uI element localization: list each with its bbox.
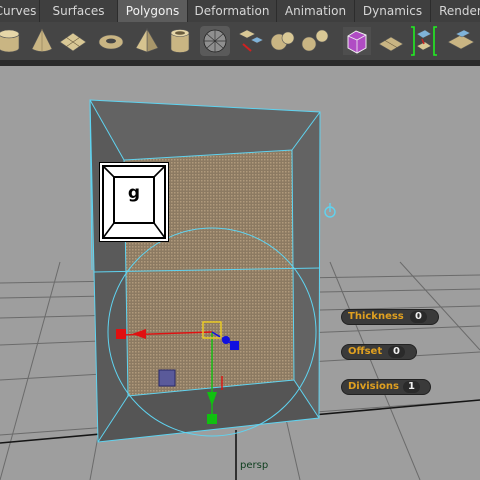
tab-curves[interactable]: Curves [0,0,40,22]
poly-cylinder-icon[interactable] [0,24,26,58]
hotkey-letter: g [127,183,141,203]
thickness-hud-field[interactable]: Thickness 0 [342,310,438,324]
divisions-value[interactable]: 1 [403,381,420,393]
offset-label: Offset [348,346,383,357]
thickness-label: Thickness [348,311,404,322]
smooth-icon[interactable] [340,24,374,58]
combine-icon[interactable] [266,24,300,58]
divisions-hud-field[interactable]: Divisions 1 [342,380,430,394]
hotkey-g-overlay: g [99,162,169,242]
tab-deformation[interactable]: Deformation [188,0,277,22]
x-axis-scale-handle[interactable] [116,329,126,339]
poly-torus-icon[interactable] [94,24,128,58]
extrude-icon[interactable] [444,24,478,58]
poly-soccer-ball-icon[interactable] [198,24,232,58]
offset-value[interactable]: 0 [388,346,405,358]
tab-animation[interactable]: Animation [277,0,355,22]
z-axis-arrow[interactable] [222,336,230,344]
tab-render[interactable]: Render [431,0,480,22]
camera-label: persp [240,460,269,471]
plane-handle[interactable] [158,369,176,387]
extract-icon[interactable] [233,24,267,58]
tab-surfaces[interactable]: Surfaces [40,0,118,22]
poly-cone-icon[interactable] [25,24,59,58]
poly-plane-icon[interactable] [56,24,90,58]
tab-dynamics[interactable]: Dynamics [355,0,431,22]
z-axis-scale-handle[interactable] [230,341,239,350]
poly-pipe-icon[interactable] [163,24,197,58]
poly-pyramid-icon[interactable] [130,24,164,58]
y-axis-scale-handle[interactable] [207,414,217,424]
perspective-viewport[interactable] [0,66,480,480]
bridge-tool-icon[interactable] [407,24,441,58]
shelf-tabs: Curves Surfaces Polygons Deformation Ani… [0,0,480,23]
texture-editor-icon[interactable] [374,24,408,58]
thickness-value[interactable]: 0 [410,311,427,323]
divisions-label: Divisions [348,381,399,392]
tab-polygons[interactable]: Polygons [118,0,188,22]
offset-hud-field[interactable]: Offset 0 [342,345,416,359]
separate-icon[interactable] [298,24,332,58]
